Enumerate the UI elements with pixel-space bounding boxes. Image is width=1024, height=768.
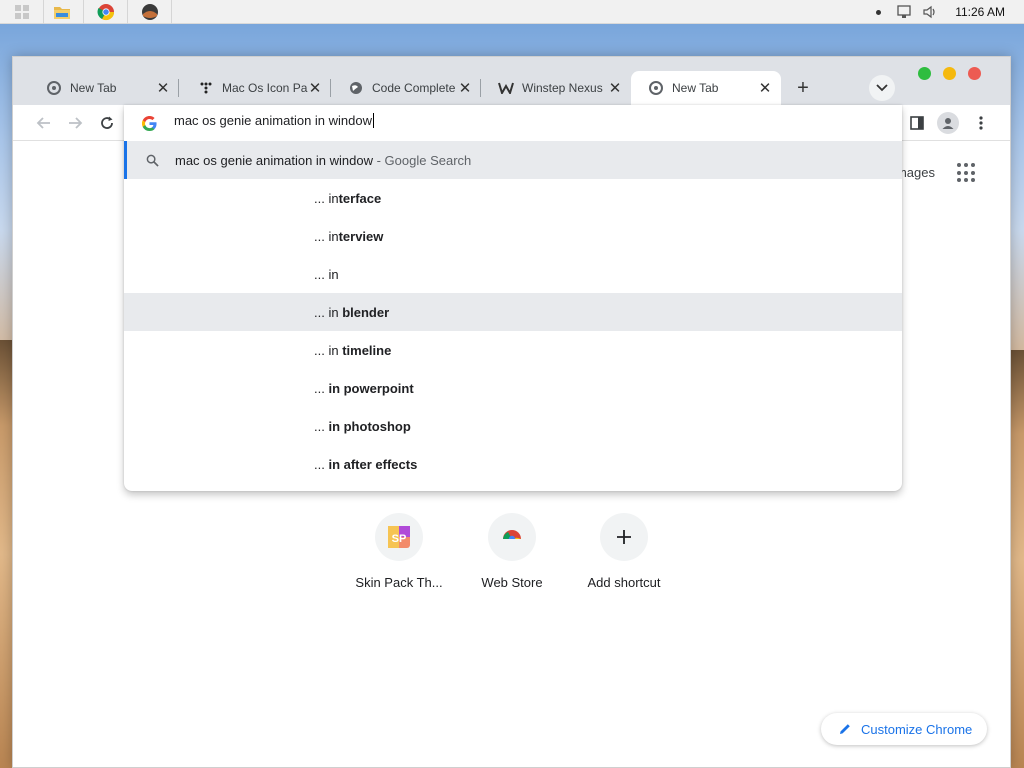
tab-new-tab-1[interactable]: New Tab ✕ (29, 71, 179, 105)
svg-text:SP: SP (392, 533, 407, 545)
tab-title: Winstep Nexus (522, 81, 603, 95)
suggestion-row[interactable]: ... interview (124, 217, 902, 255)
customize-label: Customize Chrome (861, 721, 973, 737)
network-icon[interactable] (895, 3, 913, 21)
globe-favicon-icon (348, 80, 364, 96)
dots-favicon-icon (198, 80, 214, 96)
suggestion-row[interactable]: ... interface (124, 179, 902, 217)
tab-title: New Tab (70, 81, 117, 95)
chrome-favicon-icon (46, 80, 62, 96)
suggestion-row-highlighted[interactable]: ... in blender (124, 293, 902, 331)
winstep-favicon-icon (498, 80, 514, 96)
suggestion-google-search[interactable]: mac os genie animation in window - Googl… (124, 141, 902, 179)
tab-winstep-nexus[interactable]: Winstep Nexus ✕ (481, 71, 631, 105)
suggestion-row[interactable]: ... in photoshop (124, 407, 902, 445)
shortcut-web-store[interactable]: Web Store (456, 513, 568, 590)
forward-arrow-icon[interactable] (62, 110, 88, 136)
chrome-icon[interactable] (84, 0, 128, 24)
close-tab-icon[interactable]: ✕ (307, 80, 323, 97)
maximize-button[interactable] (918, 67, 931, 80)
suggestion-query: mac os genie animation in window (175, 152, 373, 168)
system-tray: 11:26 AM (876, 0, 1024, 24)
file-explorer-icon[interactable] (40, 0, 84, 24)
close-tab-icon[interactable]: ✕ (607, 80, 623, 97)
suggestion-row[interactable]: ... in after effects (124, 445, 902, 483)
skinpack-icon: SP (375, 513, 423, 561)
new-tab-button[interactable]: + (789, 74, 817, 102)
tab-mac-os-icon-pack[interactable]: Mac Os Icon Pa ✕ (181, 71, 331, 105)
close-tab-icon[interactable]: ✕ (757, 80, 773, 97)
plus-icon (600, 513, 648, 561)
suggestion-row[interactable]: ... in (124, 255, 902, 293)
tab-new-tab-active[interactable]: New Tab ✕ (631, 71, 781, 105)
close-window-button[interactable] (968, 67, 981, 80)
tab-code-complete[interactable]: Code Complete ✕ (331, 71, 481, 105)
person-icon (937, 112, 959, 134)
suggestion-row[interactable]: ... in powerpoint (124, 369, 902, 407)
shortcut-skin-pack[interactable]: SP Skin Pack Th... (343, 513, 455, 590)
shortcut-label: Web Store (481, 575, 543, 590)
suggestion-row[interactable]: ... in timeline (124, 331, 902, 369)
desktop-wallpaper-right (1010, 350, 1024, 768)
omnibox-input[interactable]: mac os genie animation in window (174, 113, 374, 128)
omnibox-input-row[interactable]: mac os genie animation in window (124, 105, 902, 141)
more-menu-icon[interactable] (968, 110, 994, 136)
tab-title: Code Complete (372, 81, 456, 95)
notification-dot-icon[interactable] (876, 9, 882, 15)
browser-window: New Tab ✕ Mac Os Icon Pa ✕ Code Complete… (12, 56, 1011, 768)
tab-title: New Tab (672, 81, 719, 95)
shortcut-add[interactable]: Add shortcut (568, 513, 680, 590)
tab-title: Mac Os Icon Pa (222, 81, 308, 95)
side-panel-icon[interactable] (904, 110, 930, 136)
tab-strip: New Tab ✕ Mac Os Icon Pa ✕ Code Complete… (13, 57, 1010, 105)
tab-search-chevron-down-icon[interactable] (869, 75, 895, 101)
volume-icon[interactable] (921, 3, 939, 21)
google-apps-grid-icon[interactable] (957, 163, 977, 183)
google-g-icon (141, 115, 157, 131)
shortcut-label: Skin Pack Th... (355, 575, 443, 590)
close-tab-icon[interactable]: ✕ (155, 80, 171, 97)
chrome-favicon-icon (648, 80, 664, 96)
tab-separator (178, 79, 179, 97)
minimize-button[interactable] (943, 67, 956, 80)
back-arrow-icon[interactable] (31, 110, 57, 136)
reload-icon[interactable] (94, 110, 120, 136)
profile-avatar[interactable] (935, 110, 961, 136)
webstore-icon (488, 513, 536, 561)
close-tab-icon[interactable]: ✕ (457, 80, 473, 97)
taskbar: 11:26 AM (0, 0, 1024, 24)
search-icon (144, 152, 160, 168)
windows-start-icon[interactable] (0, 0, 44, 24)
suggestion-suffix: - Google Search (373, 152, 472, 168)
app-icon[interactable] (128, 0, 172, 24)
customize-chrome-button[interactable]: Customize Chrome (821, 713, 987, 745)
omnibox-dropdown: mac os genie animation in window mac os … (124, 105, 902, 491)
shortcut-label: Add shortcut (587, 575, 661, 590)
pencil-icon (837, 721, 853, 737)
clock[interactable]: 11:26 AM (955, 5, 1005, 19)
